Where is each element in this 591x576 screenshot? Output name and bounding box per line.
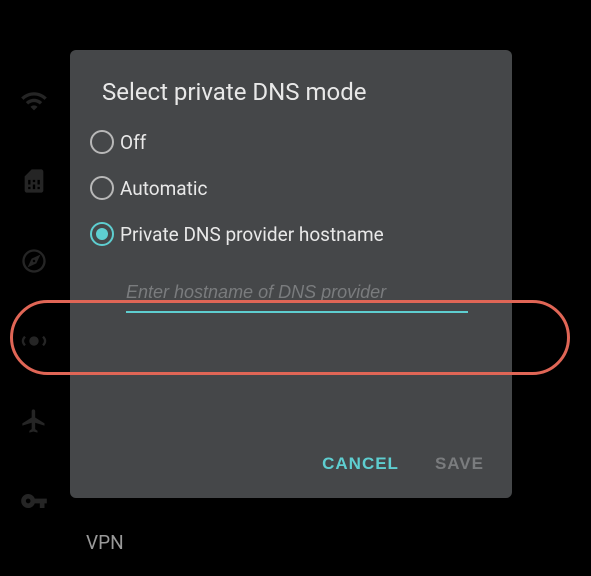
dns-mode-radio-group: Off Automatic Private DNS provider hostn… <box>70 130 512 246</box>
radio-option-automatic[interactable]: Automatic <box>90 176 492 200</box>
cancel-button[interactable]: CANCEL <box>322 454 399 474</box>
dialog-actions: CANCEL SAVE <box>322 454 484 474</box>
radio-label: Automatic <box>120 177 207 200</box>
compass-icon[interactable] <box>18 245 50 277</box>
wifi-icon[interactable] <box>18 85 50 117</box>
radio-option-provider-hostname[interactable]: Private DNS provider hostname <box>90 222 492 246</box>
dialog-title: Select private DNS mode <box>70 78 512 130</box>
sim-icon[interactable] <box>18 165 50 197</box>
vpn-label[interactable]: VPN <box>86 531 124 554</box>
save-button[interactable]: SAVE <box>435 454 484 474</box>
key-icon[interactable] <box>18 485 50 517</box>
radio-label: Private DNS provider hostname <box>120 223 384 246</box>
radio-icon <box>90 130 114 154</box>
hostname-input-wrap <box>70 278 512 313</box>
hostname-input[interactable] <box>126 278 468 313</box>
radio-icon <box>90 222 114 246</box>
airplane-icon[interactable] <box>18 405 50 437</box>
sidebar <box>18 85 50 517</box>
radio-icon <box>90 176 114 200</box>
radio-label: Off <box>120 131 146 154</box>
radio-option-off[interactable]: Off <box>90 130 492 154</box>
private-dns-dialog: Select private DNS mode Off Automatic Pr… <box>70 50 512 498</box>
broadcast-icon[interactable] <box>18 325 50 357</box>
